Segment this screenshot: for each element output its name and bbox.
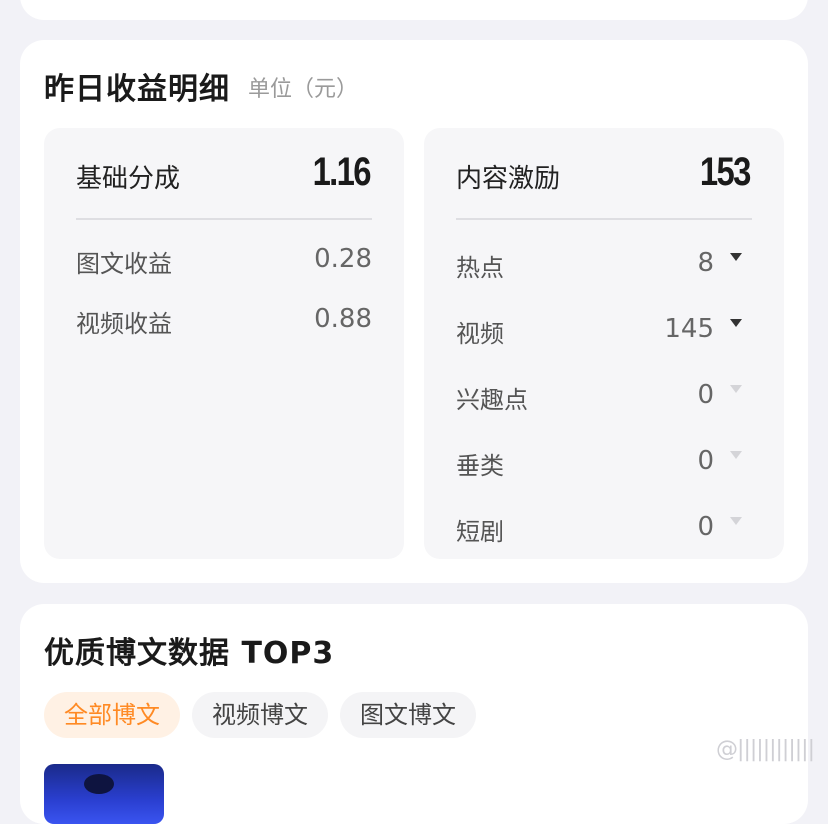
previous-card	[20, 0, 808, 20]
image-text-earnings-label: 图文收益	[76, 250, 172, 278]
post-thumbnail[interactable]	[44, 764, 164, 824]
image-text-earnings-value: 0.28	[314, 244, 372, 274]
incentive-row-value: 0	[697, 380, 714, 410]
thumbnail-avatar	[84, 774, 114, 794]
tab-all-posts[interactable]: 全部博文	[44, 692, 180, 738]
incentive-row-value: 0	[697, 446, 714, 476]
caret-down-icon	[730, 385, 742, 393]
incentive-row-label: 兴趣点	[456, 386, 528, 414]
incentive-row-label: 垂类	[456, 452, 504, 480]
tab-video-posts[interactable]: 视频博文	[192, 692, 328, 738]
caret-down-icon[interactable]	[730, 253, 742, 261]
incentive-row-label: 短剧	[456, 518, 504, 546]
divider	[456, 218, 752, 220]
video-earnings-label: 视频收益	[76, 310, 172, 338]
tab-image-text-posts[interactable]: 图文博文	[340, 692, 476, 738]
content-incentive-panel: 内容激励 153 热点 8 视频 145 兴趣点 0 垂类 0 短剧 0	[424, 128, 784, 559]
top3-card: 优质博文数据 TOP3 全部博文 视频博文 图文博文	[20, 604, 808, 824]
earnings-unit: 单位（元）	[248, 77, 359, 102]
incentive-row-value: 0	[697, 512, 714, 542]
basic-share-panel: 基础分成 1.16 图文收益 0.28 视频收益 0.88	[44, 128, 404, 559]
top3-title: 优质博文数据 TOP3	[44, 636, 335, 671]
content-incentive-label: 内容激励	[456, 164, 561, 194]
video-earnings-value: 0.88	[314, 304, 372, 334]
earnings-card: 昨日收益明细 单位（元） 基础分成 1.16 图文收益 0.28 视频收益 0.…	[20, 40, 808, 583]
incentive-row-label: 热点	[456, 254, 504, 282]
earnings-title: 昨日收益明细	[44, 72, 230, 107]
caret-down-icon	[730, 451, 742, 459]
content-incentive-value: 153	[700, 150, 751, 194]
basic-share-label: 基础分成	[76, 164, 181, 194]
divider	[76, 218, 372, 220]
incentive-row-value: 145	[664, 314, 714, 344]
basic-share-value: 1.16	[312, 150, 372, 194]
incentive-row-value: 8	[697, 248, 714, 278]
incentive-row-label: 视频	[456, 320, 504, 348]
watermark: @||||||||||||	[716, 737, 815, 762]
caret-down-icon	[730, 517, 742, 525]
caret-down-icon[interactable]	[730, 319, 742, 327]
